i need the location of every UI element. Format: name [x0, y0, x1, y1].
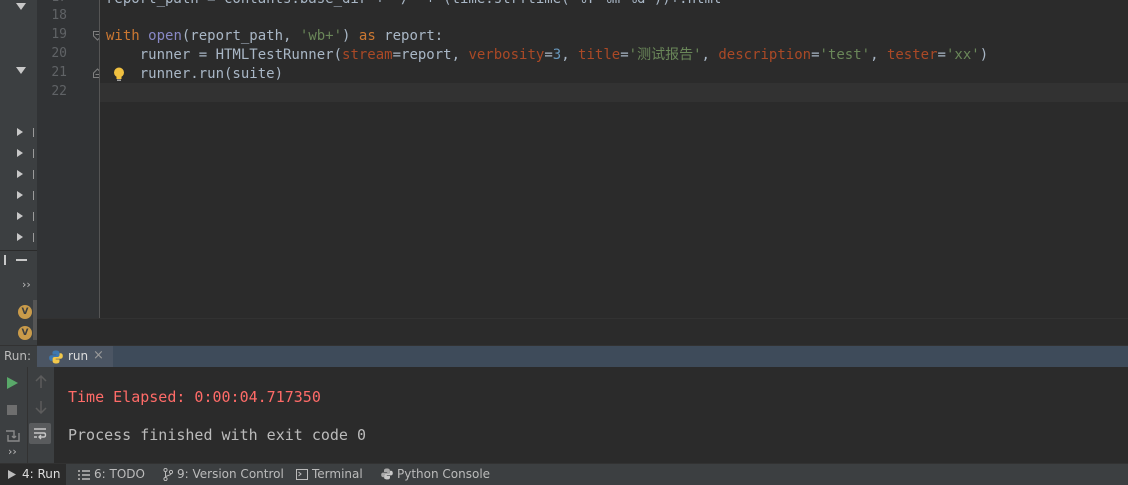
todo-icon: [78, 470, 90, 480]
number-literal: 3: [552, 47, 562, 63]
close-icon[interactable]: ×: [93, 348, 104, 363]
param-name: stream: [342, 47, 393, 63]
string-literal: 'xx': [945, 47, 980, 63]
stop-icon[interactable]: [7, 405, 17, 415]
tree-line: [33, 149, 34, 158]
run-toolbar: ››: [0, 367, 27, 463]
tool-tab-python-console[interactable]: Python Console: [381, 464, 491, 485]
tab-run[interactable]: run ×: [37, 346, 113, 368]
code-text: ,: [701, 47, 719, 63]
lightbulb-icon[interactable]: [113, 67, 125, 82]
collapse-arrow-icon[interactable]: [17, 212, 23, 220]
tool-tab-terminal[interactable]: Terminal: [296, 464, 366, 485]
code-text: report:: [375, 28, 444, 44]
tool-tab-version-control[interactable]: 9: Version Control: [163, 464, 288, 485]
param-name: verbosity: [468, 47, 545, 63]
code-line-17[interactable]: report_path = contants.base_dir + '/' + …: [106, 0, 730, 9]
tool-tab-label: Terminal: [312, 467, 363, 481]
run-tool-window-header: Run: run ×: [0, 345, 1128, 368]
code-line-21[interactable]: runner.run(suite): [106, 65, 283, 84]
run-icon: [8, 470, 16, 479]
collapse-all-icon[interactable]: [16, 259, 27, 261]
string-literal: 'test': [819, 47, 871, 63]
param-name: title: [578, 47, 621, 63]
run-label: Run:: [4, 349, 32, 363]
code-text: =report,: [392, 47, 469, 63]
code-text: ,: [561, 47, 579, 63]
collapse-arrow-icon[interactable]: [17, 191, 23, 199]
code-text: =: [544, 47, 553, 63]
code-text: ): [979, 47, 989, 63]
rerun-icon[interactable]: [7, 377, 18, 389]
tree-line: [33, 212, 34, 221]
console-line-exit-code: Process finished with exit code 0: [68, 426, 367, 444]
pin-icon[interactable]: [5, 429, 21, 443]
line-number: 18: [51, 8, 67, 23]
collapse-arrow-icon[interactable]: [17, 128, 23, 136]
variable-badge-icon: V: [18, 305, 32, 319]
keyword: with: [106, 28, 140, 44]
expand-arrow-icon[interactable]: [16, 67, 26, 74]
code-text: ,: [870, 47, 887, 63]
line-number: 17: [37, 0, 67, 5]
tab-run-label: run: [68, 349, 89, 363]
arrow-up-icon[interactable]: [35, 375, 47, 389]
python-icon: [49, 350, 63, 364]
variable-badge-icon: V: [18, 326, 32, 340]
tree-line: [33, 128, 34, 137]
code-text: runner = HTMLTestRunner(: [106, 47, 343, 63]
tree-line: [33, 191, 34, 200]
editor-bottom-area: [37, 318, 1128, 346]
restore-icon[interactable]: [0, 255, 6, 265]
more-icon[interactable]: ››: [8, 445, 17, 458]
code-text: ): [342, 28, 359, 44]
code-editor[interactable]: report_path = contants.base_dir + '/' + …: [100, 0, 1128, 318]
builtin-name: open: [148, 28, 182, 44]
tree-line: [33, 233, 34, 242]
code-text: (report_path,: [181, 28, 300, 44]
arrow-down-icon[interactable]: [35, 400, 47, 414]
current-line-highlight: [100, 83, 1128, 102]
line-number: 20: [51, 46, 67, 61]
code-line-19[interactable]: with open(report_path, 'wb+') as report:: [106, 27, 443, 46]
branch-icon: [163, 468, 173, 481]
run-toolbar-secondary: [27, 367, 54, 463]
collapse-arrow-icon[interactable]: [17, 233, 23, 241]
tool-tab-label: 9: Version Control: [177, 467, 284, 481]
python-console-icon: [381, 468, 393, 480]
run-tab-bar: [37, 346, 1128, 368]
tree-line: [33, 170, 34, 179]
code-text: =: [811, 47, 820, 63]
keyword: as: [358, 28, 376, 44]
tool-tab-label: 4: Run: [22, 467, 61, 481]
tool-tab-todo[interactable]: 6: TODO: [78, 464, 153, 485]
string-literal: 'wb+': [299, 28, 343, 44]
soft-wrap-icon: [34, 428, 47, 440]
code-line-20[interactable]: runner = HTMLTestRunner(stream=report, v…: [106, 46, 988, 65]
tool-tab-run[interactable]: 4: Run: [0, 464, 66, 485]
param-name: tester: [886, 47, 938, 63]
line-number-gutter: 17 18 19 20 21 22: [37, 0, 102, 318]
divider: [0, 250, 37, 251]
console-line-time-elapsed: Time Elapsed: 0:00:04.717350: [68, 388, 321, 406]
tool-window-bar: 4: Run 6: TODO 9: Version Control Termin…: [0, 463, 1128, 485]
line-number: 21: [51, 65, 67, 80]
more-icon[interactable]: ››: [22, 278, 31, 291]
line-number: 19: [51, 27, 67, 42]
run-console[interactable]: Time Elapsed: 0:00:04.717350 Process fin…: [54, 367, 1128, 463]
string-literal: '测试报告': [628, 47, 702, 63]
project-tool-strip: ›› V V: [0, 0, 37, 345]
soft-wrap-button[interactable]: [29, 423, 51, 444]
terminal-icon: [296, 469, 308, 480]
param-name: description: [718, 47, 812, 63]
collapse-arrow-icon[interactable]: [17, 149, 23, 157]
code-text: =: [937, 47, 946, 63]
tool-tab-label: 6: TODO: [94, 467, 145, 481]
expand-arrow-icon[interactable]: [16, 3, 26, 10]
collapse-arrow-icon[interactable]: [17, 170, 23, 178]
tool-tab-label: Python Console: [397, 467, 491, 481]
code-text: =: [620, 47, 629, 63]
line-number: 22: [51, 84, 67, 99]
